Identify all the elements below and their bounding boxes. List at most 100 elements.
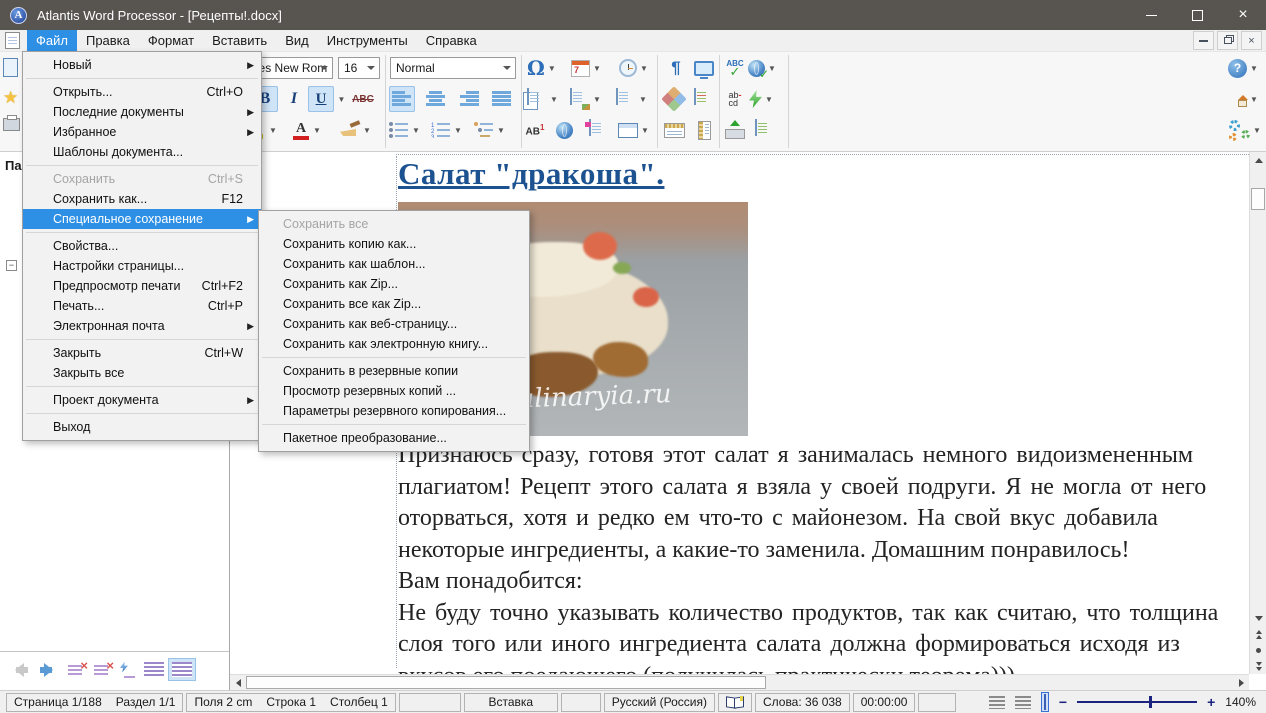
menu-item-recent-documents[interactable]: Последние документы▶ (23, 102, 261, 122)
vertical-ruler-button[interactable] (691, 117, 717, 143)
submenu-item-save-as-webpage[interactable]: Сохранить как веб-страницу... (259, 314, 529, 334)
insert-time-button[interactable]: ▼ (619, 55, 648, 81)
menu-item-exit[interactable]: Выход (23, 417, 261, 437)
footnote-button[interactable]: AB1 (522, 117, 548, 143)
page-layout-view-selected[interactable] (1041, 692, 1049, 712)
menu-item-save-as[interactable]: Сохранить как...F12 (23, 189, 261, 209)
font-color-button[interactable]: A▼ (292, 117, 321, 143)
submenu-item-backup-options[interactable]: Параметры резервного копирования... (259, 401, 529, 421)
horizontal-scroll-thumb[interactable] (246, 676, 766, 689)
numbered-list-button[interactable]: 123▼ (431, 117, 462, 143)
menu-view[interactable]: Вид (276, 30, 318, 51)
document-info-button[interactable] (752, 117, 778, 143)
insert-mode-box[interactable]: Вставка (464, 693, 558, 712)
settings-button[interactable]: ▼ (1228, 117, 1261, 143)
submenu-item-save-as-zip[interactable]: Сохранить как Zip... (259, 274, 529, 294)
menu-item-document-project[interactable]: Проект документа▶ (23, 390, 261, 410)
align-center-button[interactable] (423, 86, 449, 112)
menu-edit[interactable]: Правка (77, 30, 139, 51)
delete-all-paragraphs-icon[interactable]: × (94, 662, 112, 678)
language-box[interactable]: Русский (Россия) (604, 693, 715, 712)
underline-button[interactable]: U (308, 86, 334, 112)
submenu-item-save-as-ebook[interactable]: Сохранить как электронную книгу... (259, 334, 529, 354)
insert-table-button[interactable]: ▼ (618, 117, 649, 143)
list-view-icon[interactable] (144, 662, 164, 677)
menu-help[interactable]: Справка (417, 30, 486, 51)
strikethrough-button[interactable]: ABC (350, 86, 376, 112)
collapse-box-icon[interactable]: − (6, 260, 17, 271)
menu-format[interactable]: Формат (139, 30, 203, 51)
draft-view-icon[interactable] (989, 696, 1005, 709)
insert-symbol-button[interactable]: Ω▼ (527, 55, 556, 81)
menu-item-document-templates[interactable]: Шаблоны документа... (23, 142, 261, 162)
paste-special-button[interactable]: ▼ (570, 86, 601, 112)
menu-item-open[interactable]: Открыть...Ctrl+O (23, 82, 261, 102)
new-document-icon[interactable] (3, 58, 18, 77)
document-icon[interactable] (5, 32, 20, 49)
spellcheck-button[interactable]: ABC✓ (722, 55, 748, 81)
mdi-minimize-button[interactable] (1193, 31, 1214, 50)
print-icon[interactable] (3, 118, 20, 131)
scroll-down-button[interactable] (1250, 610, 1266, 626)
bookmark-doc-button[interactable] (586, 117, 612, 143)
navigation-button[interactable] (661, 86, 687, 112)
menu-item-print-preview[interactable]: Предпросмотр печатиCtrl+F2 (23, 276, 261, 296)
favorites-star-icon[interactable]: ★ (3, 88, 18, 108)
style-combo[interactable]: Normal (390, 57, 516, 79)
menu-item-special-save[interactable]: Специальное сохранение▶ (23, 209, 261, 229)
submenu-item-save-all-as-zip[interactable]: Сохранить все как Zip... (259, 294, 529, 314)
zoom-out-button[interactable]: − (1059, 694, 1067, 710)
horizontal-scrollbar[interactable] (230, 674, 1249, 690)
list-view-selected-icon[interactable] (172, 662, 192, 677)
mdi-restore-button[interactable] (1217, 31, 1238, 50)
zoom-slider-thumb[interactable] (1149, 696, 1152, 708)
zoom-in-button[interactable]: + (1207, 694, 1215, 710)
underline-options-button[interactable]: ▼ (334, 86, 346, 112)
menu-item-new[interactable]: Новый▶ (23, 55, 261, 75)
next-page-button[interactable] (1250, 658, 1266, 674)
scroll-right-button[interactable] (1233, 675, 1249, 690)
scroll-up-button[interactable] (1250, 152, 1266, 168)
show-formatting-button[interactable]: ¶ (663, 55, 689, 81)
quick-action-button[interactable]: ▼ (748, 86, 774, 112)
minimize-button[interactable] (1128, 0, 1174, 30)
web-lookup-button[interactable]: ✓▼ (748, 55, 776, 81)
close-button[interactable]: × (1220, 0, 1266, 30)
vertical-scrollbar[interactable] (1249, 152, 1266, 674)
vertical-scroll-thumb[interactable] (1251, 188, 1265, 210)
previous-page-button[interactable] (1250, 626, 1266, 642)
menu-item-favorites[interactable]: Избранное▶ (23, 122, 261, 142)
menu-item-close-all[interactable]: Закрыть все (23, 363, 261, 383)
zoom-slider[interactable] (1077, 701, 1197, 703)
copy-button[interactable]: ▼ (527, 86, 558, 112)
help-button[interactable]: ?▼ (1228, 55, 1258, 81)
submenu-item-view-backups[interactable]: Просмотр резервных копий ... (259, 381, 529, 401)
forward-arrow-icon[interactable] (38, 663, 60, 677)
submenu-item-save-as-template[interactable]: Сохранить как шаблон... (259, 254, 529, 274)
multilevel-list-button[interactable]: ▼ (474, 117, 505, 143)
submenu-item-save-to-backups[interactable]: Сохранить в резервные копии (259, 361, 529, 381)
quick-format-icon[interactable] (120, 662, 136, 678)
columns-button[interactable]: ▼ (616, 86, 647, 112)
web-layout-view-icon[interactable] (1015, 696, 1031, 709)
menu-item-email[interactable]: Электронная почта▶ (23, 316, 261, 336)
menu-item-print[interactable]: Печать...Ctrl+P (23, 296, 261, 316)
hyperlink-button[interactable] (551, 117, 577, 143)
select-browse-object-button[interactable] (1250, 642, 1266, 658)
bullet-list-button[interactable]: ▼ (389, 117, 420, 143)
align-left-button[interactable] (389, 86, 415, 112)
recipe-paragraph[interactable]: Признаюсь сразу, готовя этот салат я зан… (398, 440, 1249, 674)
scroll-left-button[interactable] (230, 675, 246, 690)
insert-date-button[interactable]: 7▼ (571, 55, 601, 81)
horizontal-ruler-button[interactable] (661, 117, 687, 143)
maximize-button[interactable] (1174, 0, 1220, 30)
menu-tools[interactable]: Инструменты (318, 30, 417, 51)
web-home-button[interactable]: ▼ (1228, 86, 1258, 112)
menu-insert[interactable]: Вставить (203, 30, 276, 51)
fullscreen-button[interactable] (691, 55, 717, 81)
menu-item-properties[interactable]: Свойства... (23, 236, 261, 256)
font-size-combo[interactable]: 16 (338, 57, 380, 79)
format-painter-button[interactable]: ▼ (338, 117, 371, 143)
align-right-button[interactable] (457, 86, 483, 112)
mdi-close-button[interactable]: × (1241, 31, 1262, 50)
